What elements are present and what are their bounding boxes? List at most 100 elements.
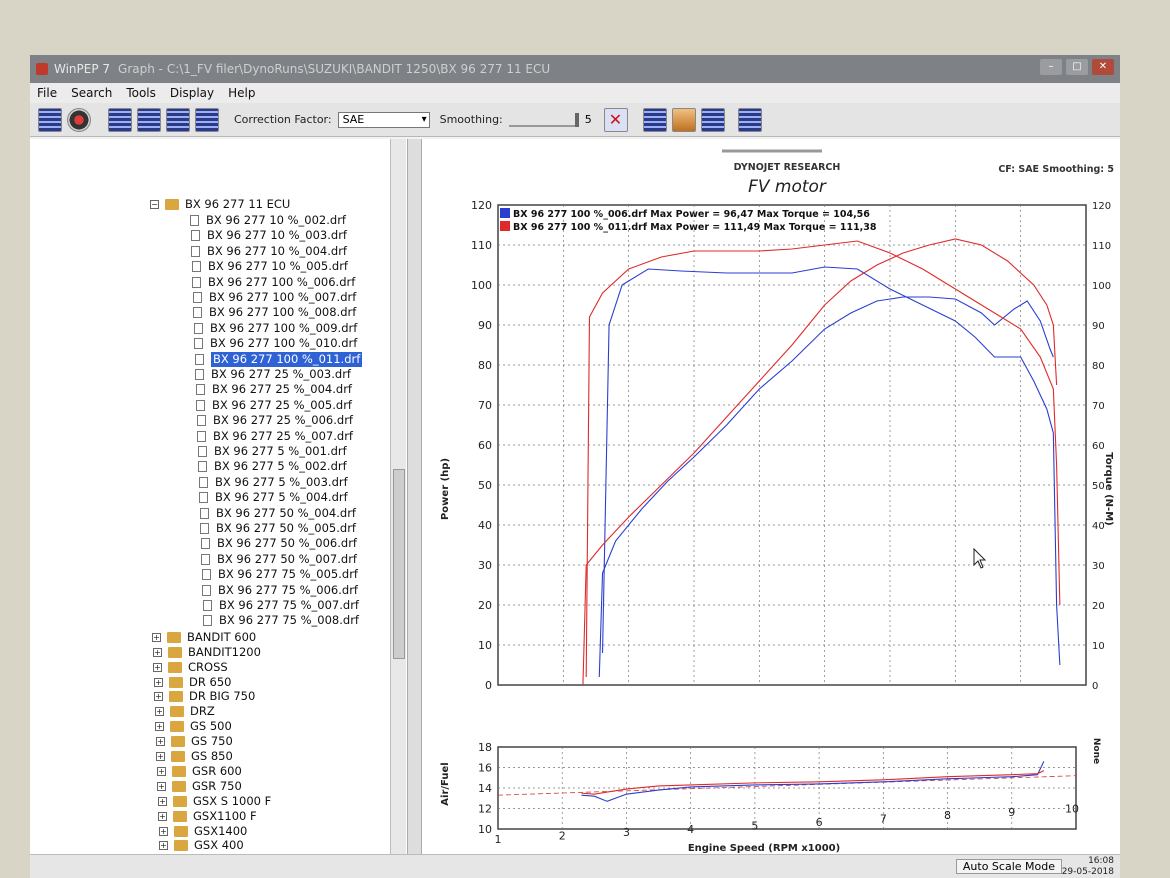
app-name: WinPEP 7 xyxy=(54,62,111,76)
file-icon xyxy=(194,338,203,350)
tree-file-item[interactable]: BX 96 277 5 %_002.drf xyxy=(198,459,347,474)
tree-file-item[interactable]: BX 96 277 50 %_004.drf xyxy=(200,506,356,521)
tree-item-label: BX 96 277 10 %_002.drf xyxy=(206,213,346,227)
close-button[interactable]: ✕ xyxy=(1092,59,1114,75)
tree-folder-item[interactable]: + GS 850 xyxy=(156,749,233,764)
folder-icon xyxy=(174,825,188,837)
print-button[interactable] xyxy=(737,107,762,132)
tree-file-item[interactable]: BX 96 277 100 %_009.drf xyxy=(194,321,357,336)
tree-folder-item[interactable]: + CROSS xyxy=(153,660,228,675)
expand-icon[interactable]: + xyxy=(153,662,162,672)
tree-folder-item[interactable]: + GSX1400 xyxy=(159,824,247,839)
expand-icon[interactable]: + xyxy=(154,677,163,687)
tree-file-item[interactable]: BX 96 277 25 %_006.drf xyxy=(197,413,353,428)
auto-scale-mode-button[interactable]: Auto Scale Mode xyxy=(955,859,1062,874)
tree-folder-item[interactable]: + DR BIG 750 xyxy=(154,689,255,704)
expand-icon[interactable]: + xyxy=(153,647,162,657)
tree-file-item[interactable]: BX 96 277 100 %_011.drf xyxy=(195,351,363,367)
tree-file-item[interactable]: BX 96 277 50 %_007.drf xyxy=(201,552,357,567)
expand-icon[interactable]: + xyxy=(159,826,168,836)
tree-folder-item[interactable]: + GS 750 xyxy=(156,734,233,749)
menu-search[interactable]: Search xyxy=(64,86,119,100)
tree-file-item[interactable]: BX 96 277 100 %_007.drf xyxy=(193,290,356,305)
tree-folder-item[interactable]: + BANDIT 600 xyxy=(152,630,256,645)
tree-item-label: BX 96 277 100 %_009.drf xyxy=(210,320,358,335)
expand-icon[interactable]: + xyxy=(157,766,166,776)
power-tick-label: 10 xyxy=(478,639,492,652)
expand-icon[interactable]: + xyxy=(155,707,164,717)
tree-file-item[interactable]: BX 96 277 50 %_005.drf xyxy=(200,521,356,536)
graph-view-4-button[interactable] xyxy=(195,107,219,132)
menu-tools[interactable]: Tools xyxy=(119,86,163,100)
expand-icon[interactable]: + xyxy=(158,796,167,806)
cursor-button[interactable] xyxy=(700,107,725,132)
tree-file-item[interactable]: BX 96 277 100 %_006.drf xyxy=(192,275,355,290)
file-icon xyxy=(196,399,205,411)
collapse-icon[interactable]: − xyxy=(150,200,159,209)
tree-file-item[interactable]: BX 96 277 25 %_004.drf xyxy=(196,382,352,397)
tree-folder-item[interactable]: + GSR 600 xyxy=(157,764,242,779)
tree-folder-item[interactable]: + GSR 750 xyxy=(157,779,242,794)
x-tick-label: 7 xyxy=(880,813,887,826)
zoom-button[interactable] xyxy=(642,107,667,132)
tree-file-item[interactable]: BX 96 277 5 %_004.drf xyxy=(199,490,348,505)
tree-scrollbar[interactable] xyxy=(390,139,406,854)
torque-tick-label: 70 xyxy=(1092,401,1105,412)
minimize-button[interactable]: – xyxy=(1040,59,1062,75)
expand-icon[interactable]: + xyxy=(154,692,163,702)
tree-file-item[interactable]: BX 96 277 25 %_003.drf xyxy=(195,367,351,382)
tree-file-item[interactable]: BX 96 277 10 %_004.drf xyxy=(191,244,347,259)
expand-icon[interactable]: + xyxy=(156,752,165,761)
menu-display[interactable]: Display xyxy=(163,86,221,100)
expand-icon[interactable]: + xyxy=(156,737,165,747)
graph-view-3-button[interactable] xyxy=(166,107,190,132)
graph-view-1-button[interactable] xyxy=(108,107,132,132)
expand-icon[interactable]: + xyxy=(157,781,166,791)
tree-file-item[interactable]: BX 96 277 25 %_007.drf xyxy=(197,429,353,444)
tree-folder-item[interactable]: + DRZ xyxy=(155,704,215,719)
tree-folder-item[interactable]: + DR 650 xyxy=(154,675,231,690)
smoothing-slider[interactable] xyxy=(508,112,579,127)
tree-file-item[interactable]: BX 96 277 50 %_006.drf xyxy=(201,536,357,551)
dyno-button[interactable] xyxy=(67,107,91,132)
expand-icon[interactable]: + xyxy=(159,841,168,851)
menu-file[interactable]: File xyxy=(30,86,64,100)
tree-file-item[interactable]: BX 96 277 5 %_001.drf xyxy=(198,444,347,459)
tree-scrollbar-thumb[interactable] xyxy=(393,469,405,659)
tree-folder-item[interactable]: + GS 500 xyxy=(155,719,232,734)
folder-icon xyxy=(173,810,187,822)
tree-file-item[interactable]: BX 96 277 10 %_002.drf xyxy=(190,213,346,228)
tree-folder-root[interactable]: − BX 96 277 11 ECU xyxy=(150,197,290,212)
torque-tick-label: 90 xyxy=(1092,321,1105,332)
tree-file-item[interactable]: BX 96 277 100 %_008.drf xyxy=(193,305,356,320)
tree-file-item[interactable]: BX 96 277 75 %_007.drf xyxy=(203,598,359,613)
af-tick-label: 18 xyxy=(478,741,492,754)
tree-folder-item[interactable]: + GSX 400 xyxy=(159,838,244,853)
tree-file-item[interactable]: BX 96 277 75 %_006.drf xyxy=(202,583,358,598)
af-axis-label: Air/Fuel xyxy=(440,762,451,805)
correction-factor-select[interactable]: SAE xyxy=(337,111,430,128)
tree-file-item[interactable]: BX 96 277 100 %_010.drf xyxy=(194,336,357,351)
graph-view-2-button[interactable] xyxy=(137,107,161,132)
tree-folder-item[interactable]: + GSX1100 F xyxy=(158,809,257,824)
power-torque-plot: 0 10 20 30 40 50 60 70 80 90 100 110 120 0 10 20 30 40 50 6… xyxy=(471,199,1111,692)
clear-graph-button[interactable] xyxy=(603,107,628,132)
pane-splitter[interactable] xyxy=(408,139,422,854)
menu-help[interactable]: Help xyxy=(221,86,262,100)
tree-folder-item[interactable]: + GSX S 1000 F xyxy=(158,794,271,809)
tree-file-item[interactable]: BX 96 277 10 %_003.drf xyxy=(191,228,347,243)
tree-folder-item[interactable]: + BANDIT1200 xyxy=(153,645,261,660)
tree-file-item[interactable]: BX 96 277 75 %_008.drf xyxy=(203,613,359,628)
expand-icon[interactable]: + xyxy=(152,632,161,642)
tree-file-item[interactable]: BX 96 277 10 %_005.drf xyxy=(192,259,348,274)
maximize-button[interactable]: □ xyxy=(1066,59,1088,75)
pan-hand-button[interactable] xyxy=(671,107,696,132)
tree-file-item[interactable]: BX 96 277 25 %_005.drf xyxy=(196,398,352,413)
open-run-button[interactable] xyxy=(38,107,62,132)
folder-icon xyxy=(170,721,184,733)
expand-icon[interactable]: + xyxy=(158,811,167,821)
expand-icon[interactable]: + xyxy=(155,722,164,732)
tree-file-item[interactable]: BX 96 277 5 %_003.drf xyxy=(199,475,348,490)
tree-file-item[interactable]: BX 96 277 75 %_005.drf xyxy=(202,567,358,582)
tree-item-label: DR BIG 750 xyxy=(189,689,256,704)
